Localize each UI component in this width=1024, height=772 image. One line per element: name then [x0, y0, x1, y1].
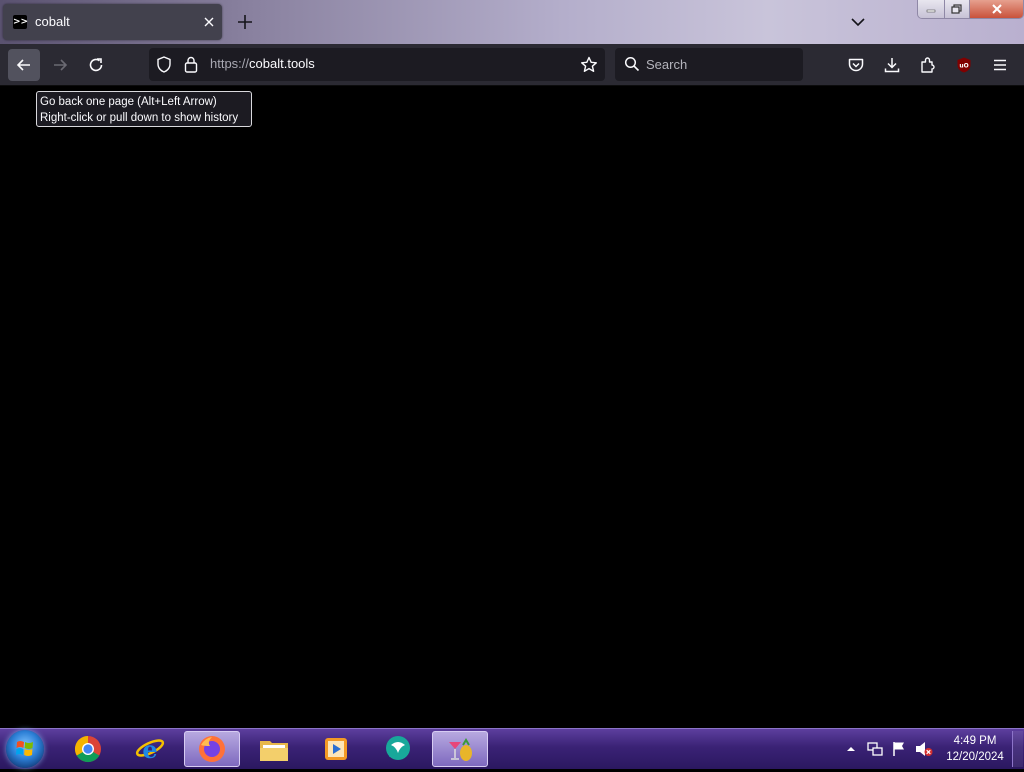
extensions-icon	[921, 57, 935, 73]
show-hidden-icons-icon[interactable]	[845, 743, 857, 755]
downloads-button[interactable]	[876, 49, 908, 81]
url-scheme: https://	[210, 56, 250, 71]
arrow-right-icon	[54, 59, 68, 71]
tooltip-line-2: Right-click or pull down to show history	[40, 112, 239, 124]
tab-title: cobalt	[35, 14, 70, 29]
restore-icon	[951, 4, 962, 14]
close-icon[interactable]	[201, 14, 217, 30]
forward-button[interactable]	[44, 49, 76, 81]
navigation-toolbar: https://cobalt.tools Search uO	[0, 44, 1024, 86]
media-player-icon	[325, 738, 347, 760]
reload-icon	[89, 58, 103, 72]
url-host: cobalt.tools	[249, 56, 315, 71]
taskbar-messenger[interactable]	[370, 731, 426, 767]
reload-button[interactable]	[80, 49, 112, 81]
ublock-origin-icon: uO	[957, 57, 971, 73]
tab-cobalt[interactable]: >> cobalt	[3, 4, 222, 40]
address-bar[interactable]: https://cobalt.tools	[149, 48, 605, 81]
menu-icon	[994, 59, 1006, 71]
messenger-icon	[386, 736, 410, 760]
taskbar-media-player[interactable]	[308, 731, 364, 767]
shield-icon[interactable]	[156, 56, 172, 73]
terminal-prompt-icon: >>	[13, 15, 29, 29]
start-button[interactable]	[6, 730, 44, 768]
page-content	[0, 86, 1024, 728]
file-explorer-icon	[260, 741, 288, 761]
close-window-button[interactable]	[970, 0, 1023, 18]
volume-muted-icon[interactable]	[915, 741, 933, 757]
chevron-down-icon[interactable]	[848, 12, 868, 32]
clock-date: 12/20/2024	[946, 751, 1004, 763]
minimize-icon	[926, 9, 935, 13]
plus-icon[interactable]	[235, 12, 255, 32]
close-icon	[991, 4, 1002, 14]
search-input[interactable]: Search	[615, 48, 803, 81]
show-desktop-button[interactable]	[1012, 731, 1023, 767]
taskbar-firefox[interactable]	[184, 731, 240, 767]
star-bookmark-icon[interactable]	[580, 56, 598, 74]
url-text[interactable]: https://cobalt.tools	[210, 56, 315, 71]
taskbar-cocktail-app[interactable]	[432, 731, 488, 767]
download-icon	[884, 58, 900, 73]
windows-start-icon	[16, 741, 33, 756]
svg-text:uO: uO	[959, 63, 968, 70]
tab-strip: >> cobalt	[0, 0, 1024, 44]
network-icon[interactable]	[867, 741, 883, 757]
extensions-button[interactable]	[912, 49, 944, 81]
arrow-left-icon	[16, 59, 30, 71]
pocket-icon	[848, 58, 864, 72]
clock-time: 4:49 PM	[953, 735, 997, 747]
svg-text:e: e	[142, 735, 157, 764]
pocket-button[interactable]	[840, 49, 872, 81]
back-button[interactable]	[8, 49, 40, 81]
taskbar-internet-explorer[interactable]: e	[122, 731, 178, 767]
internet-explorer-icon: e	[135, 735, 165, 764]
lock-icon[interactable]	[184, 56, 198, 73]
action-center-flag-icon[interactable]	[891, 740, 907, 757]
taskbar: e 4:49 PM 12/20/2024	[0, 728, 1024, 769]
search-placeholder: Search	[646, 57, 688, 72]
minimize-button[interactable]	[918, 0, 945, 18]
firefox-icon	[199, 736, 225, 762]
taskbar-chrome[interactable]	[60, 731, 116, 767]
cocktail-app-icon	[449, 738, 472, 761]
taskbar-clock[interactable]: 4:49 PM 12/20/2024	[940, 733, 1010, 765]
app-menu-button[interactable]	[984, 49, 1016, 81]
window-controls	[917, 0, 1024, 19]
ublock-origin-button[interactable]: uO	[948, 49, 980, 81]
chrome-icon	[74, 735, 101, 763]
restore-button[interactable]	[944, 0, 971, 18]
back-button-tooltip: Go back one page (Alt+Left Arrow) Right-…	[36, 91, 252, 127]
search-icon	[624, 56, 640, 72]
taskbar-file-explorer[interactable]	[246, 731, 302, 767]
tooltip-line-1: Go back one page (Alt+Left Arrow)	[40, 96, 217, 108]
